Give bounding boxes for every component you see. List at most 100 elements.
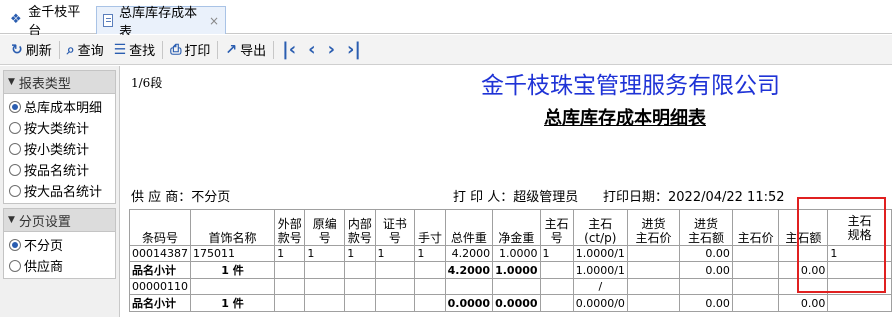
- paging-group: 不分页 供应商: [3, 232, 116, 279]
- table-cell: [304, 294, 346, 312]
- column-header: 总件重: [444, 209, 494, 246]
- radio-selected[interactable]: [9, 238, 21, 251]
- table-cell: 1: [539, 245, 574, 262]
- report-type-option[interactable]: 按品名统计: [4, 159, 115, 180]
- table-cell: [731, 245, 780, 262]
- printer-icon: ⎙: [170, 41, 182, 58]
- column-header: 外部 款号: [274, 209, 306, 246]
- print-button[interactable]: ⎙ 打印: [165, 38, 215, 62]
- radio[interactable]: [9, 163, 21, 176]
- report-type-header[interactable]: ▼ 报表类型: [3, 70, 116, 94]
- table-cell: [344, 294, 376, 312]
- table-header-row: 条码号 首饰名称 外部 款号 原编号 内部 款号 证书号 手寸 总件重 净金重 主石 号主石 (c…: [129, 209, 892, 246]
- table-cell: [539, 278, 574, 295]
- table-cell: /: [572, 278, 628, 295]
- report-type-group: 总库成本明细 按大类统计 按小类统计 按品名统计 按大品名统计: [3, 94, 116, 204]
- radio[interactable]: [9, 121, 21, 134]
- table-cell: 00000110: [129, 278, 191, 295]
- table-cell: 4.2000: [444, 261, 494, 279]
- column-header: 首饰名称: [189, 209, 276, 246]
- tab-home[interactable]: ❖ 金千枝平台: [4, 5, 96, 39]
- app-window: ❖ 金千枝平台 总库库存成本表 × ↻ 刷新 ⌕ 查询 ☰ 查找 ⎙ 打印 ↗: [0, 0, 892, 317]
- tab-active-label: 总库库存成本表: [119, 5, 198, 40]
- query-button[interactable]: ⌕ 查询: [62, 38, 109, 62]
- table-cell: 1: [304, 245, 346, 262]
- next-page-icon[interactable]: ›: [322, 38, 341, 62]
- last-page-icon[interactable]: ›|: [341, 38, 367, 62]
- table-cell: [189, 278, 276, 295]
- paging-option[interactable]: 供应商: [4, 255, 115, 276]
- table-cell: 1 件: [189, 261, 276, 279]
- column-header: 主石价: [731, 209, 780, 246]
- table-cell: [344, 278, 376, 295]
- find-button[interactable]: ☰ 查找: [109, 38, 161, 62]
- table-cell: [274, 294, 306, 312]
- refresh-button[interactable]: ↻ 刷新: [6, 38, 57, 62]
- toolbar-divider: [58, 40, 60, 59]
- table-cell: 1.0000/1: [572, 261, 628, 279]
- column-header: 证书号: [374, 209, 416, 246]
- table-cell: 品名小计: [129, 261, 191, 279]
- table-row[interactable]: 00014387 175011 1 1 1 1 1 4.2000 1.0000 1 1.0000/1…: [129, 245, 892, 262]
- column-header: 主石 号: [539, 209, 574, 246]
- table-row[interactable]: 00000110 /: [129, 278, 892, 295]
- table-cell: [827, 294, 892, 312]
- table-cell: [731, 278, 780, 295]
- export-button[interactable]: ↗ 导出: [220, 38, 271, 62]
- radio-selected[interactable]: [9, 100, 21, 113]
- close-tab-icon[interactable]: ×: [209, 14, 219, 28]
- previous-page-icon[interactable]: ‹: [302, 38, 321, 62]
- left-panel: ▼ 报表类型 总库成本明细 按大类统计 按小类统计 按品名统计 按大品名统计 ▼…: [0, 66, 120, 317]
- option-label: 按品名统计: [24, 164, 90, 179]
- table-cell: 1.0000: [492, 261, 541, 279]
- toolbar: ↻ 刷新 ⌕ 查询 ☰ 查找 ⎙ 打印 ↗ 导出 |‹ ‹ › ›|: [0, 35, 892, 65]
- table-cell: [344, 261, 376, 279]
- table-cell: [274, 261, 306, 279]
- table-cell: 1: [344, 245, 376, 262]
- table-row[interactable]: 品名小计 1 件 4.2000 1.0000 1.0000/1 0.00 0.00: [129, 261, 892, 279]
- report-type-option[interactable]: 按小类统计: [4, 138, 115, 159]
- radio[interactable]: [9, 184, 21, 197]
- table-cell: [374, 261, 416, 279]
- radio[interactable]: [9, 142, 21, 155]
- tab-home-label: 金千枝平台: [28, 5, 81, 39]
- option-label: 供应商: [24, 260, 64, 275]
- report-type-option[interactable]: 总库成本明细: [4, 96, 115, 117]
- find-label: 查找: [129, 44, 156, 59]
- report-type-option[interactable]: 按大类统计: [4, 117, 115, 138]
- first-page-icon[interactable]: |‹: [276, 38, 302, 62]
- radio[interactable]: [9, 259, 21, 272]
- inventory-table: 条码号 首饰名称 外部 款号 原编号 内部 款号 证书号 手寸 总件重 净金重 主石 号主石 (c…: [129, 209, 892, 312]
- paging-option[interactable]: 不分页: [4, 234, 115, 255]
- table-cell: 0.00: [778, 294, 829, 312]
- report-type-option[interactable]: 按大品名统计: [4, 180, 115, 201]
- platform-logo-icon: ❖: [10, 12, 22, 27]
- toolbar-divider: [273, 40, 275, 59]
- column-header: 条码号: [129, 209, 191, 246]
- table-cell: [626, 245, 681, 262]
- column-header: 进货 主石额: [679, 209, 733, 246]
- table-cell: [492, 278, 541, 295]
- table-cell: [444, 278, 494, 295]
- collapse-triangle-icon: ▼: [8, 215, 15, 225]
- search-icon: ⌕: [66, 41, 75, 58]
- table-cell: [626, 294, 681, 312]
- tab-bar: ❖ 金千枝平台 总库库存成本表 ×: [0, 0, 892, 40]
- table-cell: [414, 294, 446, 312]
- paging-header[interactable]: ▼ 分页设置: [3, 208, 116, 232]
- highlight-box: [797, 197, 886, 293]
- table-cell: 1: [414, 245, 446, 262]
- table-cell: [626, 261, 681, 279]
- column-header: 进货 主石价: [626, 209, 681, 246]
- table-row[interactable]: 品名小计 1 件 0.0000 0.0000 0.0000/0 0.00 0.00: [129, 294, 892, 312]
- table-cell: 0.0000: [492, 294, 541, 312]
- tab-inventory-cost[interactable]: 总库库存成本表 ×: [96, 6, 226, 40]
- table-cell: 0.00: [679, 294, 733, 312]
- document-icon: [103, 14, 114, 27]
- report-title: 总库库存成本明细表: [544, 108, 706, 129]
- table-cell: [304, 278, 346, 295]
- collapse-triangle-icon: ▼: [8, 77, 15, 87]
- table-cell: 4.2000: [444, 245, 494, 262]
- segment-indicator: 1/6段: [131, 76, 163, 90]
- table-cell: 175011: [189, 245, 276, 262]
